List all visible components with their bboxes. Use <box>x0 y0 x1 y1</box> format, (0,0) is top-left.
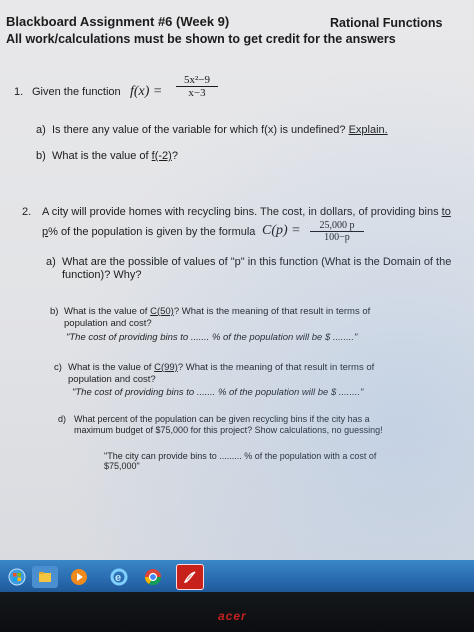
q2-line2: p% of the population is given by the for… <box>42 226 255 238</box>
q2-numerator: 25,000 p <box>310 220 364 232</box>
svg-text:e: e <box>115 572 121 584</box>
q1b-end: ? <box>171 150 178 162</box>
q2d-text3: "The city can provide bins to ......... … <box>104 451 377 461</box>
q1b-f-link: f(-2) <box>151 150 172 162</box>
q2d-label: d) <box>58 414 67 424</box>
q2a-text1: What are the possible of values of "p" i… <box>62 256 452 268</box>
q1a-label: a) <box>36 124 46 136</box>
q2-cp: C(p) = <box>262 223 301 238</box>
q1a-text: Is there any value of the variable for w… <box>52 124 388 136</box>
q2b-text1: What is the value of C(50)? What is the … <box>64 306 370 317</box>
file-explorer-icon[interactable] <box>32 566 58 588</box>
q1a-explain-link: Explain. <box>348 124 388 136</box>
q2c-text1: What is the value of C(99)? What is the … <box>68 362 374 373</box>
q2-denominator: 100−p <box>324 232 350 243</box>
q2-number: 2. <box>22 206 32 218</box>
acrobat-icon[interactable] <box>176 564 204 590</box>
q2c-post: ? What is the meaning of that result in … <box>177 362 375 373</box>
q2-line1-text: A city will provide homes with recycling… <box>42 206 439 218</box>
q1-number: 1. <box>14 86 24 98</box>
topic-title: Rational Functions <box>330 16 443 30</box>
q2c-pre: What is the value of <box>68 362 152 373</box>
q2b-label: b) <box>50 306 59 317</box>
q2a-text2: function)? Why? <box>62 269 142 281</box>
q1b-label: b) <box>36 150 46 162</box>
q1-numerator: 5x²−9 <box>176 74 218 87</box>
q2b-c50-link: C(50) <box>150 306 174 317</box>
q2b-pre: What is the value of <box>64 306 148 317</box>
q1-prompt: Given the function <box>32 86 121 98</box>
assignment-title: Blackboard Assignment #6 (Week 9) <box>6 14 230 29</box>
q2d-text2: maximum budget of $75,000 for this proje… <box>74 425 383 435</box>
q2a-label: a) <box>46 256 56 268</box>
q2b-post: ? What is the meaning of that result in … <box>173 306 371 317</box>
acer-logo: acer <box>218 609 247 623</box>
q2b-text2: population and cost? <box>64 318 152 329</box>
q2d-text1: What percent of the population can be gi… <box>74 414 370 424</box>
photo-frame: Blackboard Assignment #6 (Week 9) Ration… <box>0 0 474 632</box>
media-player-icon[interactable] <box>66 566 92 588</box>
windows-start-icon[interactable] <box>4 566 30 588</box>
q2c-text2: population and cost? <box>68 374 156 385</box>
q1-fraction: 5x²−9 x−3 <box>176 74 218 99</box>
monitor-screen: Blackboard Assignment #6 (Week 9) Ration… <box>0 0 474 560</box>
q1-denominator: x−3 <box>188 87 206 99</box>
q2c-c99-link: C(99) <box>154 362 178 373</box>
q2c-label: c) <box>54 362 62 373</box>
internet-explorer-icon[interactable]: e <box>106 566 132 588</box>
q2b-text3: "The cost of providing bins to ....... %… <box>66 332 358 343</box>
q1-fx: f(x) = <box>130 84 163 99</box>
q2-line1: A city will provide homes with recycling… <box>42 206 451 218</box>
q1a-question: Is there any value of the variable for w… <box>52 124 346 136</box>
instructions: All work/calculations must be shown to g… <box>6 32 396 46</box>
q2c-text3: "The cost of providing bins to ....... %… <box>72 387 364 398</box>
q2-fraction: 25,000 p 100−p <box>310 220 364 243</box>
q2d-text4: $75,000" <box>104 461 140 471</box>
q1b-question: What is the value of <box>52 150 149 162</box>
q1b-text: What is the value of f(-2)? <box>52 150 178 162</box>
chrome-icon[interactable] <box>140 566 166 588</box>
q2-line2-text: % of the population is given by the form… <box>48 226 256 238</box>
q2-line1-end: to <box>441 206 451 218</box>
